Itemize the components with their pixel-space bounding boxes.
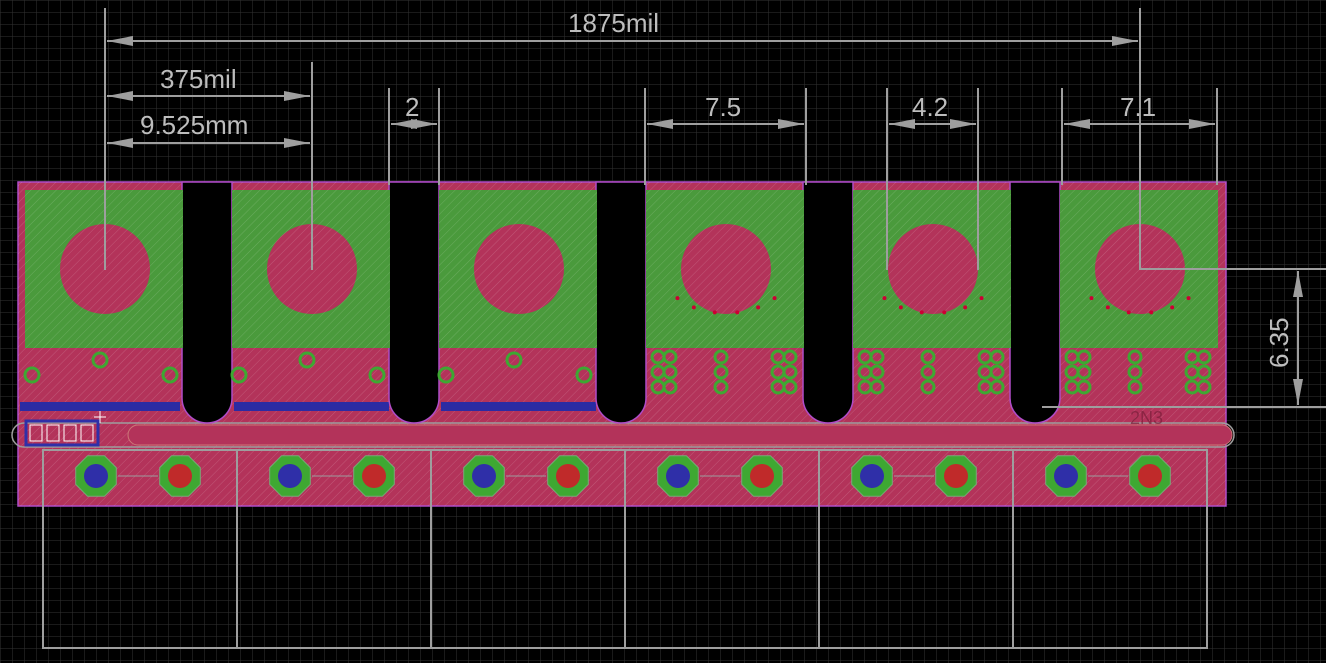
mounting-hole-hatch xyxy=(681,224,771,314)
silkscreen-label: 2N3 xyxy=(1130,408,1163,428)
mounting-hole-hatch xyxy=(888,224,978,314)
slot xyxy=(802,181,854,424)
via-dot xyxy=(712,310,717,315)
terminal-center xyxy=(1054,464,1078,488)
via-dot xyxy=(1149,310,1154,315)
blue-trace-row xyxy=(20,402,596,411)
slot xyxy=(595,181,647,424)
terminal-center xyxy=(1138,464,1162,488)
via-dot xyxy=(919,310,924,315)
slot xyxy=(1009,181,1061,424)
via-dot xyxy=(1105,305,1110,310)
slot xyxy=(388,181,440,424)
dimension-vertical-label: 6.35 xyxy=(1264,317,1294,368)
dimension-pad-b-label: 4.2 xyxy=(912,92,948,122)
terminal-center xyxy=(362,464,386,488)
dimension-pitch-mm-label: 9.525mm xyxy=(140,110,248,140)
terminal-center xyxy=(472,464,496,488)
dimension-slot-gap-label: 2 xyxy=(405,92,419,122)
terminal-center xyxy=(750,464,774,488)
via-dot xyxy=(675,296,680,301)
via-dot xyxy=(1170,305,1175,310)
via-dot xyxy=(735,310,740,315)
mounting-hole-hatch xyxy=(474,224,564,314)
terminal-center xyxy=(666,464,690,488)
dimension-total-label: 1875mil xyxy=(568,8,659,38)
via-dot xyxy=(898,305,903,310)
terminal-center xyxy=(168,464,192,488)
via-dot xyxy=(1126,310,1131,315)
via-dot xyxy=(1186,296,1191,301)
terminal-center xyxy=(860,464,884,488)
terminal-center xyxy=(278,464,302,488)
terminal-center xyxy=(944,464,968,488)
via-dot xyxy=(756,305,761,310)
via-dot xyxy=(963,305,968,310)
horizontal-slot-inner xyxy=(127,424,1233,446)
via-dot xyxy=(772,296,777,301)
via-dot xyxy=(942,310,947,315)
pcb-canvas[interactable]: 2N3 1875mil 375mil 9.525mm 2 7.5 4.2 7.1… xyxy=(0,0,1326,663)
via-dot xyxy=(979,296,984,301)
slot xyxy=(181,181,233,424)
terminal-center xyxy=(84,464,108,488)
via-dot xyxy=(691,305,696,310)
via-dot xyxy=(882,296,887,301)
dimension-pad-a-label: 7.5 xyxy=(705,92,741,122)
dimension-pad-c-label: 7.1 xyxy=(1120,92,1156,122)
via-dot xyxy=(1089,296,1094,301)
terminal-center xyxy=(556,464,580,488)
dimension-pitch-mil-label: 375mil xyxy=(160,64,237,94)
